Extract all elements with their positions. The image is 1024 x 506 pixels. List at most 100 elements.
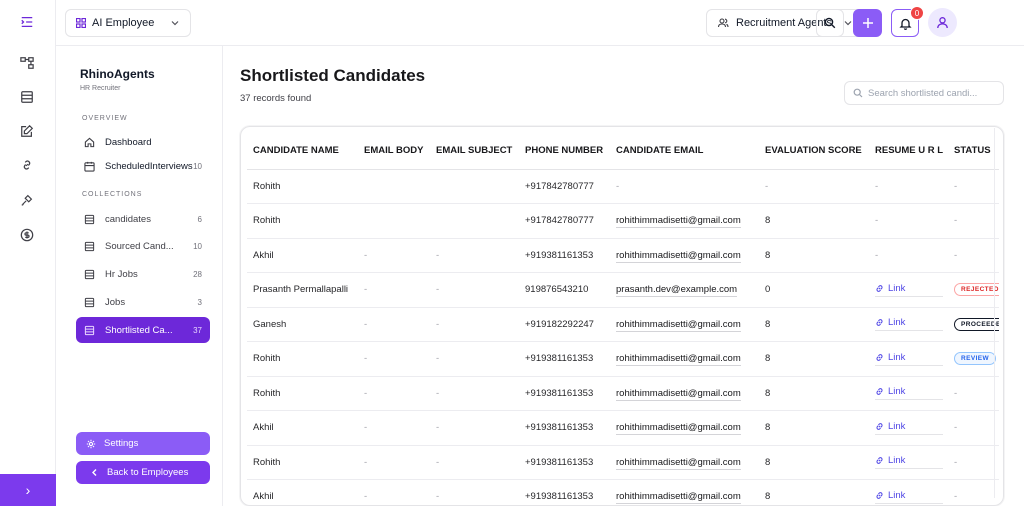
cell-candidate-email: rohithimmadisetti@gmail.com <box>610 307 759 342</box>
column-header[interactable]: RESUME U R L <box>869 133 948 170</box>
cell-resume-url: Link <box>869 479 948 505</box>
table-row[interactable]: Akhil - - +919381161353 rohithimmadisetti@gm… <box>247 410 999 446</box>
resume-link[interactable]: Link <box>875 421 943 435</box>
table-row[interactable]: Prasanth Permallapalli - -919876543210 pras… <box>247 272 999 308</box>
chevron-down-icon <box>171 21 179 26</box>
cell-evaluation-score: 8 <box>759 307 869 342</box>
database-icon[interactable] <box>18 88 36 106</box>
cell-evaluation-score: 8 <box>759 376 869 411</box>
table-scrollbar[interactable] <box>994 128 1000 498</box>
sidebar-item-hr-jobs[interactable]: Hr Jobs 28 <box>76 262 210 286</box>
resume-link[interactable]: Link <box>875 490 943 504</box>
cell-phone-number: +919381161353 <box>519 238 610 273</box>
cell-status: - <box>948 376 999 411</box>
sidebar-item-label: Dashboard <box>105 136 152 148</box>
back-to-employees-button[interactable]: Back to Employees <box>76 461 210 484</box>
back-label: Back to Employees <box>107 467 189 478</box>
email-value: rohithimmadisetti@gmail.com <box>616 422 741 436</box>
user-icon <box>937 17 948 29</box>
edit-icon[interactable] <box>18 122 36 140</box>
cell-email-body: - <box>358 445 430 480</box>
cell-status: PROCEEDED <box>948 307 999 342</box>
cell-email-body: - <box>358 341 430 377</box>
column-header[interactable]: CANDIDATE EMAIL <box>610 133 759 170</box>
email-value: rohithimmadisetti@gmail.com <box>616 491 741 505</box>
column-header[interactable]: STATUS <box>948 133 999 170</box>
column-header[interactable]: EMAIL SUBJECT <box>430 133 519 170</box>
table-row[interactable]: Rohith - - +919381161353 rohithimmadisetti@g… <box>247 341 999 377</box>
column-header[interactable]: CANDIDATE NAME <box>247 133 358 170</box>
candidates-table-card: CANDIDATE NAME EMAIL BODY EMAIL SUBJECT … <box>240 126 1004 506</box>
plus-icon <box>862 18 873 28</box>
table-row[interactable]: Akhil - - +919381161353 rohithimmadisetti@gm… <box>247 238 999 273</box>
resume-link-label: Link <box>888 489 906 501</box>
link-icon <box>875 491 888 500</box>
add-button[interactable] <box>853 9 882 37</box>
cell-candidate-email: rohithimmadisetti@gmail.com <box>610 341 759 377</box>
cell-email-subject: - <box>430 479 519 505</box>
email-value: rohithimmadisetti@gmail.com <box>616 215 741 229</box>
billing-icon[interactable] <box>18 226 36 244</box>
cell-phone-number: +919381161353 <box>519 479 610 505</box>
sidebar: RhinoAgents HR Recruiter OVERVIEW Dashbo… <box>56 46 223 506</box>
sidebar-item-dashboard[interactable]: Dashboard <box>76 130 210 154</box>
sidebar-item-scheduled-interviews[interactable]: ScheduledInterviews 10 <box>76 154 210 178</box>
cell-email-body <box>358 203 430 239</box>
sidebar-item-count: 3 <box>197 297 202 307</box>
table-row[interactable]: Rohith +917842780777 rohithimmadisetti@gma… <box>247 203 999 239</box>
table-icon <box>84 269 95 279</box>
cell-phone-number: +919381161353 <box>519 341 610 377</box>
avatar[interactable] <box>928 8 957 37</box>
table-row[interactable]: Ganesh - - +919182292247 rohithimmadisetti@g… <box>247 307 999 342</box>
sidebar-item-sourced-candidates[interactable]: Sourced Cand... 10 <box>76 234 210 258</box>
cell-resume-url: - <box>869 169 948 204</box>
settings-button[interactable]: Settings <box>76 432 210 455</box>
table-row[interactable]: Akhil - - +919381161353 rohithimmadisetti@gm… <box>247 479 999 505</box>
cell-email-subject: - <box>430 272 519 308</box>
sidebar-item-jobs[interactable]: Jobs 3 <box>76 290 210 314</box>
cell-candidate-email: rohithimmadisetti@gmail.com <box>610 445 759 480</box>
link-icon <box>875 456 888 465</box>
cell-candidate-email: rohithimmadisetti@gmail.com <box>610 376 759 411</box>
column-header[interactable]: EVALUATION SCORE <box>759 133 869 170</box>
cell-email-body <box>358 169 430 204</box>
search-input[interactable] <box>868 87 998 99</box>
table-row[interactable]: Rohith - - +919381161353 rohithimmadisetti@g… <box>247 376 999 411</box>
employee-selector[interactable]: AI Employee <box>65 9 191 37</box>
sidebar-item-candidates[interactable]: candidates 6 <box>76 207 210 231</box>
cell-evaluation-score: 8 <box>759 479 869 505</box>
cell-status: - <box>948 203 999 239</box>
cell-status: - <box>948 410 999 446</box>
cell-resume-url: Link <box>869 341 948 377</box>
cell-resume-url: Link <box>869 272 948 308</box>
cell-resume-url: Link <box>869 445 948 480</box>
resume-link[interactable]: Link <box>875 386 943 401</box>
table-scroll-area[interactable]: CANDIDATE NAME EMAIL BODY EMAIL SUBJECT … <box>247 133 999 505</box>
cell-candidate-name: Akhil <box>247 479 358 505</box>
records-count: 37 records found <box>240 93 312 104</box>
integrations-icon[interactable] <box>18 191 36 209</box>
cell-candidate-name: Akhil <box>247 410 358 446</box>
cell-phone-number: +919381161353 <box>519 445 610 480</box>
sidebar-item-label: Jobs <box>105 296 126 308</box>
sidebar-item-count: 10 <box>193 241 202 251</box>
search-field[interactable] <box>844 81 1004 105</box>
resume-link[interactable]: Link <box>875 352 943 366</box>
resume-link[interactable]: Link <box>875 455 943 470</box>
expand-sidebar-button[interactable]: › <box>0 474 56 506</box>
column-header[interactable]: EMAIL BODY <box>358 133 430 170</box>
sidebar-item-shortlisted-candidates[interactable]: Shortlisted Ca... 37 <box>76 317 210 343</box>
workflow-icon[interactable] <box>18 54 36 72</box>
menu-toggle-icon[interactable] <box>18 13 36 31</box>
resume-link[interactable]: Link <box>875 283 943 297</box>
email-value: rohithimmadisetti@gmail.com <box>616 318 741 332</box>
search-icon <box>824 17 836 29</box>
table-row[interactable]: Rohith +917842780777- - - - <box>247 169 999 204</box>
table-row[interactable]: Rohith - - +919381161353 rohithimmadisetti@g… <box>247 445 999 480</box>
search-button[interactable] <box>816 9 844 37</box>
resume-link[interactable]: Link <box>875 317 943 332</box>
column-header[interactable]: PHONE NUMBER <box>519 133 610 170</box>
status-badge: PROCEEDED <box>954 317 999 331</box>
link-icon[interactable] <box>18 156 36 174</box>
sidebar-item-count: 28 <box>193 269 202 279</box>
